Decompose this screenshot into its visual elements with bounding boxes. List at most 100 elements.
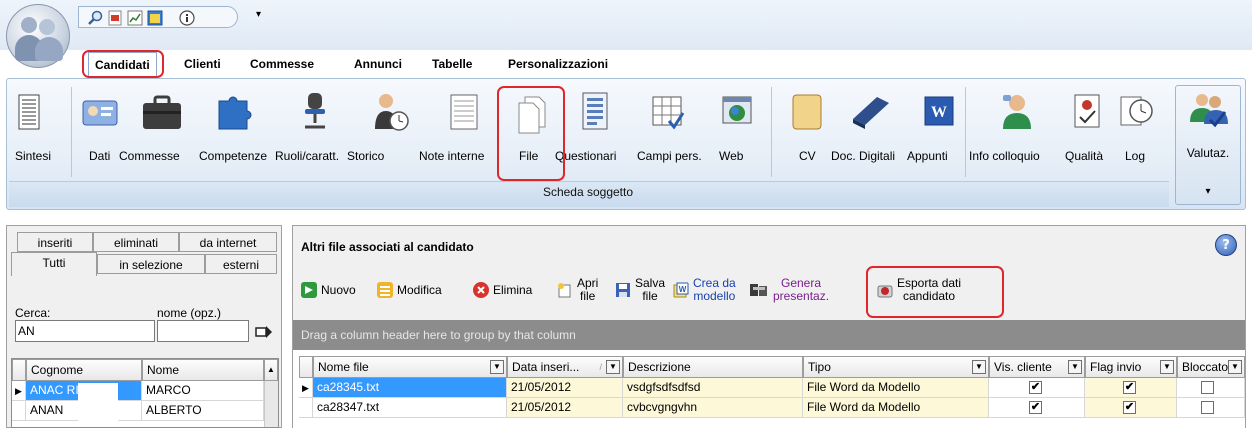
name-label: nome (opz.) xyxy=(157,306,222,320)
ribbon-competenze-button[interactable] xyxy=(211,89,257,138)
tab-candidati[interactable]: Candidati xyxy=(88,52,157,76)
application-menu-button[interactable] xyxy=(6,4,70,68)
column-header-vis-cliente[interactable]: Vis. cliente ▼ xyxy=(989,356,1085,378)
presentation-icon xyxy=(750,284,767,296)
tab-da-internet[interactable]: da internet xyxy=(179,232,277,252)
filter-dropdown-icon[interactable]: ▼ xyxy=(606,360,620,374)
scrollbar[interactable] xyxy=(264,381,278,427)
table-cell-bloccato xyxy=(1177,378,1245,398)
table-cell-descrizione[interactable]: vsdgfsdfsdfsd xyxy=(623,378,803,398)
column-header-descrizione[interactable]: Descrizione xyxy=(623,356,803,378)
tab-tutti[interactable]: Tutti xyxy=(11,252,97,276)
esporta-dati-candidato-label: Esporta dati candidato xyxy=(897,276,962,303)
ribbon-doc-digitali-button[interactable] xyxy=(847,89,895,138)
column-header-nome-file[interactable]: Nome file ▼ xyxy=(313,356,507,378)
ribbon-cv-button[interactable] xyxy=(787,89,827,138)
table-cell-nome-file[interactable]: ca28345.txt xyxy=(313,378,507,398)
salva-file-button[interactable]: Salva file xyxy=(615,270,665,310)
file-icon xyxy=(518,96,546,134)
table-cell-vis-cliente: ✔ xyxy=(989,398,1085,418)
flag-invio-checkbox[interactable]: ✔ xyxy=(1123,401,1136,414)
filter-dropdown-icon[interactable]: ▼ xyxy=(490,360,504,374)
ribbon-appunti-button[interactable]: W xyxy=(919,89,959,138)
genera-presentazione-button[interactable]: Genera presentaz. xyxy=(749,270,829,310)
table-cell-tipo[interactable]: File Word da Modello xyxy=(803,398,989,418)
ribbon-label-note-interne: Note interne xyxy=(419,149,485,163)
ribbon-dati-button[interactable] xyxy=(81,89,119,138)
table-cell-nome[interactable]: ALBERTO xyxy=(142,401,264,421)
ribbon-log-button[interactable] xyxy=(1115,89,1155,138)
nuovo-button[interactable]: Nuovo xyxy=(301,270,356,310)
help-icon[interactable]: ? xyxy=(1215,234,1237,256)
ribbon-web-button[interactable] xyxy=(717,89,757,138)
tab-esterni[interactable]: esterni xyxy=(205,254,277,274)
vis-cliente-checkbox[interactable]: ✔ xyxy=(1029,381,1042,394)
table-cell-tipo[interactable]: File Word da Modello xyxy=(803,378,989,398)
bloccato-checkbox[interactable] xyxy=(1201,401,1214,414)
tab-personalizzazioni[interactable]: Personalizzazioni xyxy=(502,52,614,76)
search-input[interactable]: AN xyxy=(15,320,155,342)
tab-inseriti[interactable]: inseriti xyxy=(17,232,93,252)
ribbon-info-colloquio-button[interactable] xyxy=(997,89,1037,138)
ribbon-commesse-button[interactable] xyxy=(139,89,185,138)
ribbon-label-appunti: Appunti xyxy=(907,149,948,163)
summary-icon xyxy=(18,94,40,130)
tab-clienti[interactable]: Clienti xyxy=(178,52,227,76)
tab-commesse[interactable]: Commesse xyxy=(244,52,320,76)
window-icon[interactable] xyxy=(147,10,163,26)
flag-invio-checkbox[interactable]: ✔ xyxy=(1123,381,1136,394)
ribbon-campi-pers-button[interactable] xyxy=(647,89,689,138)
elimina-button[interactable]: Elimina xyxy=(473,270,532,310)
name-input[interactable] xyxy=(157,320,249,342)
table-cell-flag-invio: ✔ xyxy=(1085,378,1177,398)
filter-dropdown-icon[interactable]: ▼ xyxy=(1068,360,1082,374)
ribbon-file-button[interactable] xyxy=(511,89,551,138)
column-header-tipo[interactable]: Tipo ▼ xyxy=(803,356,989,378)
ribbon-sintesi-button[interactable] xyxy=(17,89,41,138)
column-header-cognome[interactable]: Cognome xyxy=(26,359,142,381)
salva-file-label: Salva file xyxy=(635,276,666,303)
crea-da-modello-button[interactable]: W Crea da modello xyxy=(673,270,736,310)
valutaz-dropdown-button[interactable]: Valutaz. ▾ xyxy=(1175,85,1241,205)
web-icon xyxy=(722,96,752,124)
search-go-icon[interactable] xyxy=(255,324,273,343)
table-cell-descrizione[interactable]: cvbcvgngvhn xyxy=(623,398,803,418)
save-icon xyxy=(616,283,630,297)
table-cell-data[interactable]: 21/05/2012 xyxy=(507,398,623,418)
apri-file-button[interactable]: Apri file xyxy=(557,270,598,310)
modifica-button[interactable]: Modifica xyxy=(377,270,442,310)
table-cell-nome[interactable]: MARCO xyxy=(142,381,264,401)
esporta-dati-candidato-button[interactable]: Esporta dati candidato xyxy=(877,270,961,310)
puzzle-icon xyxy=(218,96,252,130)
ribbon-label-dati: Dati xyxy=(89,149,111,163)
pdf-icon[interactable] xyxy=(107,10,123,26)
scroll-up-button[interactable]: ▲ xyxy=(264,359,278,381)
report-icon[interactable] xyxy=(127,10,143,26)
group-by-area[interactable]: Drag a column header here to group by th… xyxy=(293,320,1245,350)
filter-dropdown-icon[interactable]: ▼ xyxy=(1228,360,1242,374)
ribbon-qualita-button[interactable] xyxy=(1067,89,1107,138)
ribbon-questionari-button[interactable] xyxy=(575,89,615,138)
ribbon-ruoli-button[interactable] xyxy=(297,89,333,138)
table-cell-data[interactable]: 21/05/2012 xyxy=(507,378,623,398)
filter-dropdown-icon[interactable]: ▼ xyxy=(972,360,986,374)
column-header-flag-invio[interactable]: Flag invio ▼ xyxy=(1085,356,1177,378)
ribbon-storico-button[interactable] xyxy=(371,89,411,138)
filter-dropdown-icon[interactable]: ▼ xyxy=(1160,360,1174,374)
bloccato-checkbox[interactable] xyxy=(1201,381,1214,394)
column-header-nome[interactable]: Nome xyxy=(142,359,264,381)
info-icon[interactable] xyxy=(179,10,195,26)
column-header-data-inserimento[interactable]: Data inseri... / ▼ xyxy=(507,356,623,378)
customize-quick-access-button[interactable]: ▾ xyxy=(256,9,261,20)
tab-annunci[interactable]: Annunci xyxy=(348,52,408,76)
ribbon-note-interne-button[interactable] xyxy=(443,89,483,138)
tab-in-selezione[interactable]: in selezione xyxy=(97,254,205,274)
column-header-bloccato[interactable]: Bloccato ▼ xyxy=(1177,356,1245,378)
open-file-icon xyxy=(558,283,571,298)
ribbon-separator xyxy=(71,87,72,177)
tab-eliminati[interactable]: eliminati xyxy=(93,232,179,252)
tab-tabelle[interactable]: Tabelle xyxy=(426,52,478,76)
table-cell-nome-file[interactable]: ca28347.txt xyxy=(313,398,507,418)
search-icon[interactable] xyxy=(87,10,103,26)
vis-cliente-checkbox[interactable]: ✔ xyxy=(1029,401,1042,414)
